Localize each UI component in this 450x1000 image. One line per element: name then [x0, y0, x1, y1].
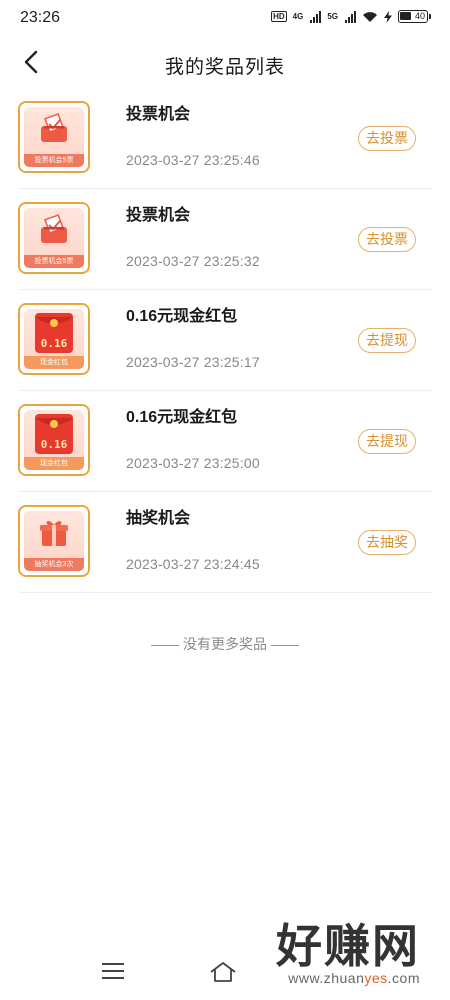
battery-icon: 40 — [398, 10, 431, 23]
prize-thumbnail: 投票机会5票 — [18, 101, 90, 173]
battery-level: 40 — [414, 11, 425, 21]
red-envelope-icon: 0.16 — [35, 313, 73, 353]
menu-icon[interactable] — [102, 963, 124, 981]
prize-item: 0.16 现金红包 0.16元现金红包 2023-03-27 23:25:00 … — [18, 391, 432, 492]
envelope-amount: 0.16 — [41, 337, 68, 350]
prize-date: 2023-03-27 23:25:46 — [126, 152, 260, 168]
prize-item: 投票机会5票 投票机会 2023-03-27 23:25:32 去投票 — [18, 189, 432, 290]
wifi-icon — [363, 11, 377, 22]
signal-icon-2 — [345, 10, 356, 23]
envelope-amount: 0.16 — [41, 438, 68, 451]
red-envelope-icon: 0.16 — [35, 414, 73, 454]
thumb-caption: 现金红包 — [24, 356, 84, 369]
prize-list: 投票机会5票 投票机会 2023-03-27 23:25:46 去投票 投票机会… — [18, 88, 432, 593]
status-time: 23:26 — [20, 9, 61, 26]
status-icons: HD 4G 5G 40 — [271, 10, 431, 23]
vote-box-icon — [41, 113, 67, 142]
prize-name: 0.16元现金红包 — [126, 409, 238, 426]
signal-icon — [310, 10, 322, 23]
home-icon[interactable] — [208, 961, 238, 983]
go-vote-button[interactable]: 去投票 — [358, 126, 416, 151]
prize-thumbnail: 抽奖机会3次 — [18, 505, 90, 577]
prize-date: 2023-03-27 23:25:00 — [126, 455, 260, 471]
prize-date: 2023-03-27 23:25:32 — [126, 253, 260, 269]
status-bar: 23:26 HD 4G 5G 40 — [0, 0, 450, 36]
go-lottery-button[interactable]: 去抽奖 — [358, 530, 416, 555]
network-4g-label: 4G — [292, 11, 304, 21]
prize-item: 投票机会5票 投票机会 2023-03-27 23:25:46 去投票 — [18, 88, 432, 189]
thumb-caption: 现金红包 — [24, 457, 84, 470]
nav-bar: 我的奖品列表 — [0, 40, 450, 86]
prize-name: 0.16元现金红包 — [126, 308, 238, 325]
prize-thumbnail: 0.16 现金红包 — [18, 404, 90, 476]
page-title: 我的奖品列表 — [164, 57, 285, 78]
prize-date: 2023-03-27 23:25:17 — [126, 354, 260, 370]
prize-item: 抽奖机会3次 抽奖机会 2023-03-27 23:24:45 去抽奖 — [18, 492, 432, 593]
no-more-prizes-note: —— 没有更多奖品 —— — [151, 636, 299, 652]
system-nav-bar — [0, 955, 450, 1000]
thumb-caption: 投票机会5票 — [24, 255, 84, 268]
prize-item: 0.16 现金红包 0.16元现金红包 2023-03-27 23:25:17 … — [18, 290, 432, 391]
prize-date: 2023-03-27 23:24:45 — [126, 556, 260, 572]
vote-box-icon — [41, 214, 67, 243]
thumb-caption: 抽奖机会3次 — [24, 558, 84, 571]
charging-icon — [384, 10, 392, 23]
thumb-caption: 投票机会5票 — [24, 154, 84, 167]
go-vote-button[interactable]: 去投票 — [358, 227, 416, 252]
hd-icon: HD — [271, 11, 287, 22]
prize-thumbnail: 0.16 现金红包 — [18, 303, 90, 375]
prize-name: 投票机会 — [126, 106, 191, 123]
go-withdraw-button[interactable]: 去提现 — [358, 328, 416, 353]
gift-box-icon — [40, 521, 68, 546]
network-5g-label: 5G — [327, 11, 338, 21]
go-withdraw-button[interactable]: 去提现 — [358, 429, 416, 454]
prize-thumbnail: 投票机会5票 — [18, 202, 90, 274]
prize-name: 投票机会 — [126, 207, 191, 224]
prize-name: 抽奖机会 — [126, 510, 191, 527]
